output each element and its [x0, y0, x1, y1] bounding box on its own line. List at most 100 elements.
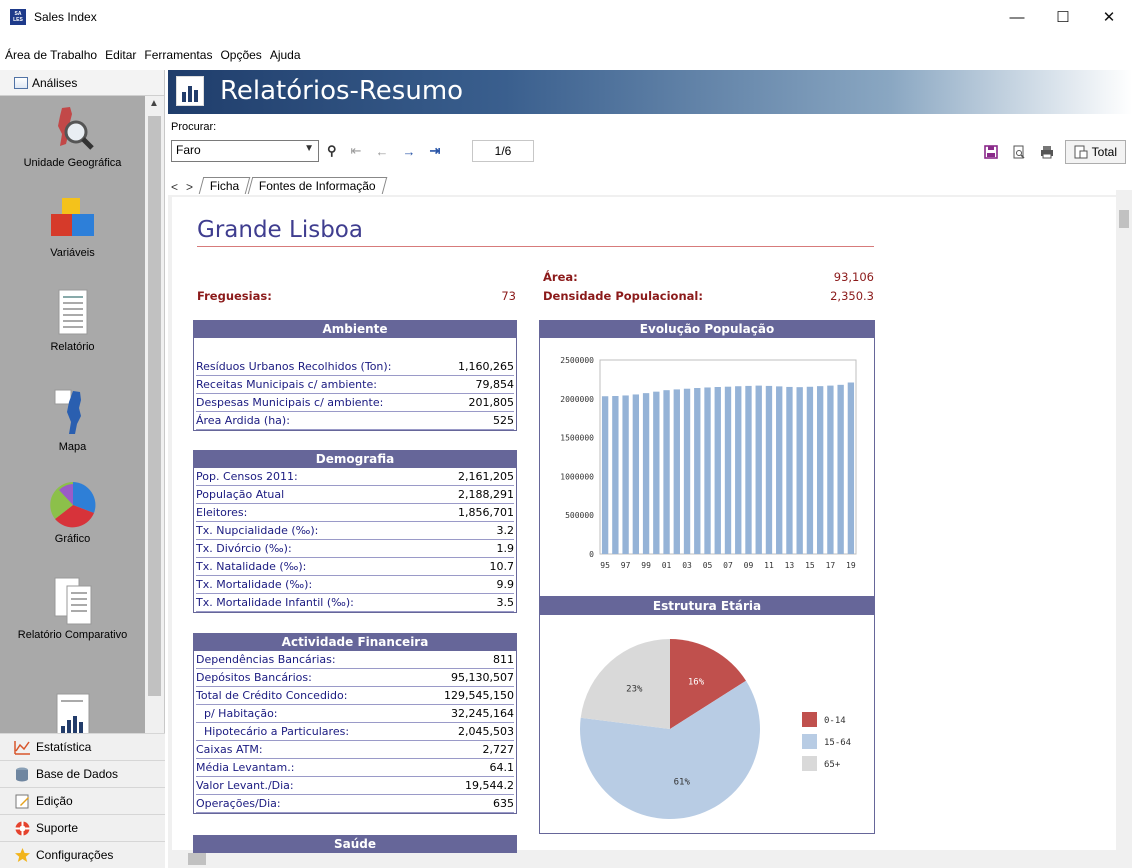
- slice-label: 23%: [626, 684, 643, 694]
- tab-scroll-right-icon[interactable]: >: [186, 180, 193, 194]
- chevron-down-icon[interactable]: ▼: [304, 143, 314, 154]
- print-icon[interactable]: [1040, 145, 1054, 159]
- panel-body: Pop. Censos 2011: 2,161,205 População Atu…: [193, 468, 517, 613]
- data-row: Tx. Divórcio (‰): 1.9: [196, 540, 514, 558]
- next-record-icon[interactable]: →: [402, 144, 415, 159]
- bar: [724, 386, 732, 554]
- data-row: Eleitores: 1,856,701: [196, 504, 514, 522]
- sidebar-section-suporte[interactable]: Suporte: [0, 814, 165, 841]
- minimize-button[interactable]: —: [994, 0, 1040, 34]
- total-button[interactable]: Total: [1064, 140, 1126, 164]
- bar: [765, 385, 773, 554]
- row-label: Depósitos Bancários:: [196, 671, 312, 684]
- scroll-thumb[interactable]: [188, 853, 206, 865]
- analises-icon-list: Unidade Geográfica Variáveis Relatório M…: [0, 96, 145, 796]
- scroll-thumb[interactable]: [1119, 210, 1129, 228]
- sidebar-section-label: Configurações: [36, 848, 114, 862]
- region-select[interactable]: Faro ▼: [171, 140, 319, 162]
- bar: [673, 389, 680, 554]
- tab-fontes-de-informacao[interactable]: Fontes de Informação: [248, 177, 388, 194]
- sidebar-section-estatistica[interactable]: Estatística: [0, 733, 165, 760]
- bar: [786, 386, 793, 554]
- sidebar-section-configuracoes[interactable]: Configurações: [0, 841, 165, 868]
- data-row: Tx. Mortalidade Infantil (‰): 3.5: [196, 594, 514, 612]
- data-row: Valor Levant./Dia: 19,544.2: [196, 777, 514, 795]
- scroll-thumb[interactable]: [148, 116, 161, 696]
- menu-ajuda[interactable]: Ajuda: [270, 48, 301, 62]
- sidebar-item-relatorio[interactable]: Relatório: [0, 288, 145, 353]
- panel-demografia: Demografia Pop. Censos 2011: 2,161,205 Po…: [193, 450, 517, 613]
- menu-area-de-trabalho[interactable]: Área de Trabalho: [5, 48, 97, 62]
- data-row: Tx. Nupcialidade (‰): 3.2: [196, 522, 514, 540]
- maximize-button[interactable]: ☐: [1040, 0, 1086, 34]
- bar: [642, 393, 650, 554]
- save-icon[interactable]: [983, 145, 998, 159]
- sidebar-item-label: Variáveis: [50, 247, 95, 259]
- tab-scroll-left-icon[interactable]: <: [171, 180, 178, 194]
- sidebar-item-label: Unidade Geográfica: [23, 157, 122, 169]
- row-label: Despesas Municipais c/ ambiente:: [196, 396, 384, 409]
- row-label: Valor Levant./Dia:: [196, 779, 294, 792]
- legend-label: 0-14: [824, 716, 846, 726]
- densidade-label: Densidade Populacional:: [543, 289, 703, 303]
- legend-swatch: [802, 756, 817, 771]
- last-record-icon[interactable]: ⇥: [429, 143, 440, 159]
- x-tick-label: 13: [785, 561, 795, 570]
- print-preview-icon[interactable]: [1012, 145, 1026, 159]
- tab-ficha[interactable]: Ficha: [198, 177, 251, 194]
- scroll-up-icon[interactable]: ▲: [149, 98, 159, 109]
- first-record-icon[interactable]: ⇤: [351, 143, 362, 159]
- row-label: Média Levantam.:: [196, 761, 295, 774]
- chart-evolucao-populacao: Evolução População 0 500000 1000000 1500000…: [539, 320, 875, 597]
- close-button[interactable]: ✕: [1086, 0, 1132, 34]
- row-label: Tx. Mortalidade (‰):: [196, 578, 313, 591]
- row-label: Operações/Dia:: [196, 797, 281, 810]
- sidebar-section-label: Base de Dados: [36, 767, 119, 781]
- x-tick-label: 17: [826, 561, 836, 570]
- row-value: 1,160,265: [458, 360, 514, 373]
- bar: [663, 390, 670, 554]
- bar: [735, 386, 742, 554]
- region-title: Grande Lisboa: [197, 217, 363, 243]
- bar: [622, 395, 629, 554]
- y-tick-label: 500000: [565, 511, 594, 520]
- sidebar-item-mapa[interactable]: Mapa: [0, 388, 145, 453]
- portugal-map-magnifier-icon: [57, 107, 94, 150]
- row-label: Receitas Municipais c/ ambiente:: [196, 378, 377, 391]
- sidebar-section-base-de-dados[interactable]: Base de Dados: [0, 760, 165, 787]
- menu-ferramentas[interactable]: Ferramentas: [144, 48, 212, 62]
- row-label: Caixas ATM:: [196, 743, 263, 756]
- x-tick-label: 19: [846, 561, 856, 570]
- bar: [714, 387, 721, 554]
- area-value: 93,106: [833, 270, 874, 284]
- x-tick-label: 07: [723, 561, 733, 570]
- sidebar-section-label: Suporte: [36, 821, 79, 835]
- x-tick-label: 95: [600, 561, 610, 570]
- window-controls: — ☐ ✕: [994, 0, 1132, 34]
- record-navigation: ⚲ ⇤ ← → ⇥: [320, 140, 447, 162]
- menu-opcoes[interactable]: Opções: [220, 48, 261, 62]
- panel-title: Actividade Financeira: [193, 633, 517, 651]
- chart-title: Evolução População: [539, 320, 875, 338]
- cubes-icon: [50, 198, 94, 236]
- row-label: Hipotecário a Particulares:: [204, 725, 350, 738]
- sidebar-item-label: Relatório Comparativo: [17, 629, 128, 641]
- sidebar-scrollbar[interactable]: ▲ ▼: [145, 96, 164, 796]
- sidebar-item-relatorio-comparativo[interactable]: Relatório Comparativo: [0, 576, 145, 641]
- row-value: 2,161,205: [458, 470, 514, 483]
- title-bar: SA LES Sales Index — ☐ ✕: [0, 0, 1132, 34]
- bar: [796, 387, 803, 554]
- panel-title: Ambiente: [193, 320, 517, 338]
- sidebar-item-unidade-geografica[interactable]: Unidade Geográfica: [0, 104, 145, 169]
- report-chart-icon: [176, 76, 204, 106]
- report-vertical-scrollbar[interactable]: [1116, 190, 1132, 850]
- sidebar-section-edicao[interactable]: Edição: [0, 787, 165, 814]
- previous-record-icon[interactable]: ←: [375, 144, 388, 159]
- sidebar-item-variaveis[interactable]: Variáveis: [0, 196, 145, 259]
- sidebar-item-grafico[interactable]: Gráfico: [0, 480, 145, 545]
- sidebar: Análises Unidade Geográfica Variáveis Re…: [0, 70, 165, 868]
- binoculars-icon[interactable]: ⚲: [327, 143, 337, 159]
- analises-header[interactable]: Análises: [0, 70, 164, 96]
- slice-label: 16%: [688, 678, 705, 688]
- menu-editar[interactable]: Editar: [105, 48, 136, 62]
